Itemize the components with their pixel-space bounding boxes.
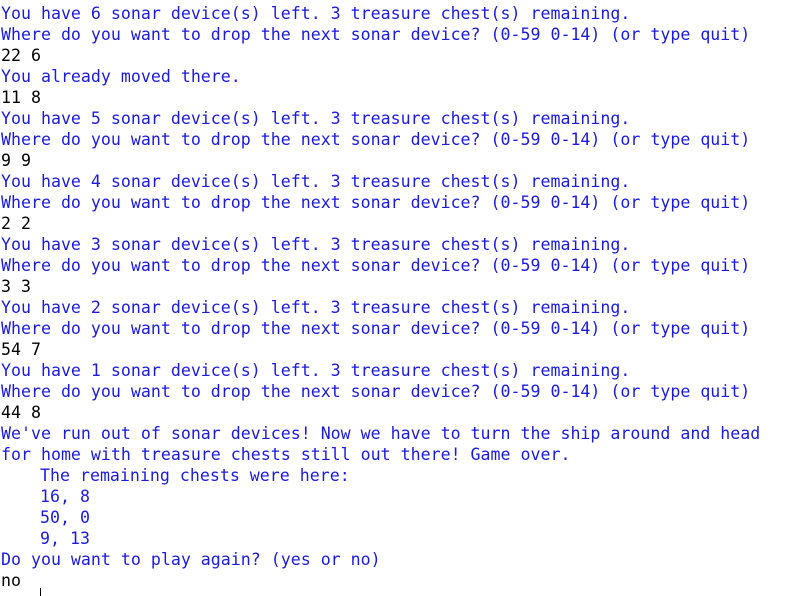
user-input-line: 44 8 xyxy=(1,403,41,422)
user-input-line: 3 3 xyxy=(1,277,31,296)
output-line: You have 5 sonar device(s) left. 3 treas… xyxy=(1,109,631,128)
output-line: You already moved there. xyxy=(1,67,241,86)
chest-coordinate: 16, 8 xyxy=(40,487,90,506)
output-line: You have 3 sonar device(s) left. 3 treas… xyxy=(1,235,631,254)
user-input-line: 2 2 xyxy=(1,214,31,233)
output-line: You have 6 sonar device(s) left. 3 treas… xyxy=(1,4,631,23)
chest-coordinate: 9, 13 xyxy=(40,529,90,548)
game-over-line: for home with treasure chests still out … xyxy=(1,445,571,464)
prompt-line: Where do you want to drop the next sonar… xyxy=(1,319,751,338)
user-input-line: 22 6 xyxy=(1,46,41,65)
remaining-chests-heading: The remaining chests were here: xyxy=(40,466,350,485)
output-line: You have 2 sonar device(s) left. 3 treas… xyxy=(1,298,631,317)
user-input-line[interactable]: no xyxy=(1,570,789,591)
prompt-line: Where do you want to drop the next sonar… xyxy=(1,382,751,401)
user-input-line: 9 9 xyxy=(1,151,31,170)
terminal-output: You have 6 sonar device(s) left. 3 treas… xyxy=(1,3,789,591)
user-input-line: 54 7 xyxy=(1,340,41,359)
prompt-line: Where do you want to drop the next sonar… xyxy=(1,256,751,275)
text-cursor xyxy=(40,588,41,596)
prompt-line: Where do you want to drop the next sonar… xyxy=(1,130,751,149)
play-again-prompt: Do you want to play again? (yes or no) xyxy=(1,550,381,569)
output-line: You have 4 sonar device(s) left. 3 treas… xyxy=(1,172,631,191)
output-line: You have 1 sonar device(s) left. 3 treas… xyxy=(1,361,631,380)
game-over-line: We've run out of sonar devices! Now we h… xyxy=(1,424,761,443)
prompt-line: Where do you want to drop the next sonar… xyxy=(1,193,751,212)
prompt-line: Where do you want to drop the next sonar… xyxy=(1,25,751,44)
chest-coordinate: 50, 0 xyxy=(40,508,90,527)
user-input-line: 11 8 xyxy=(1,88,41,107)
